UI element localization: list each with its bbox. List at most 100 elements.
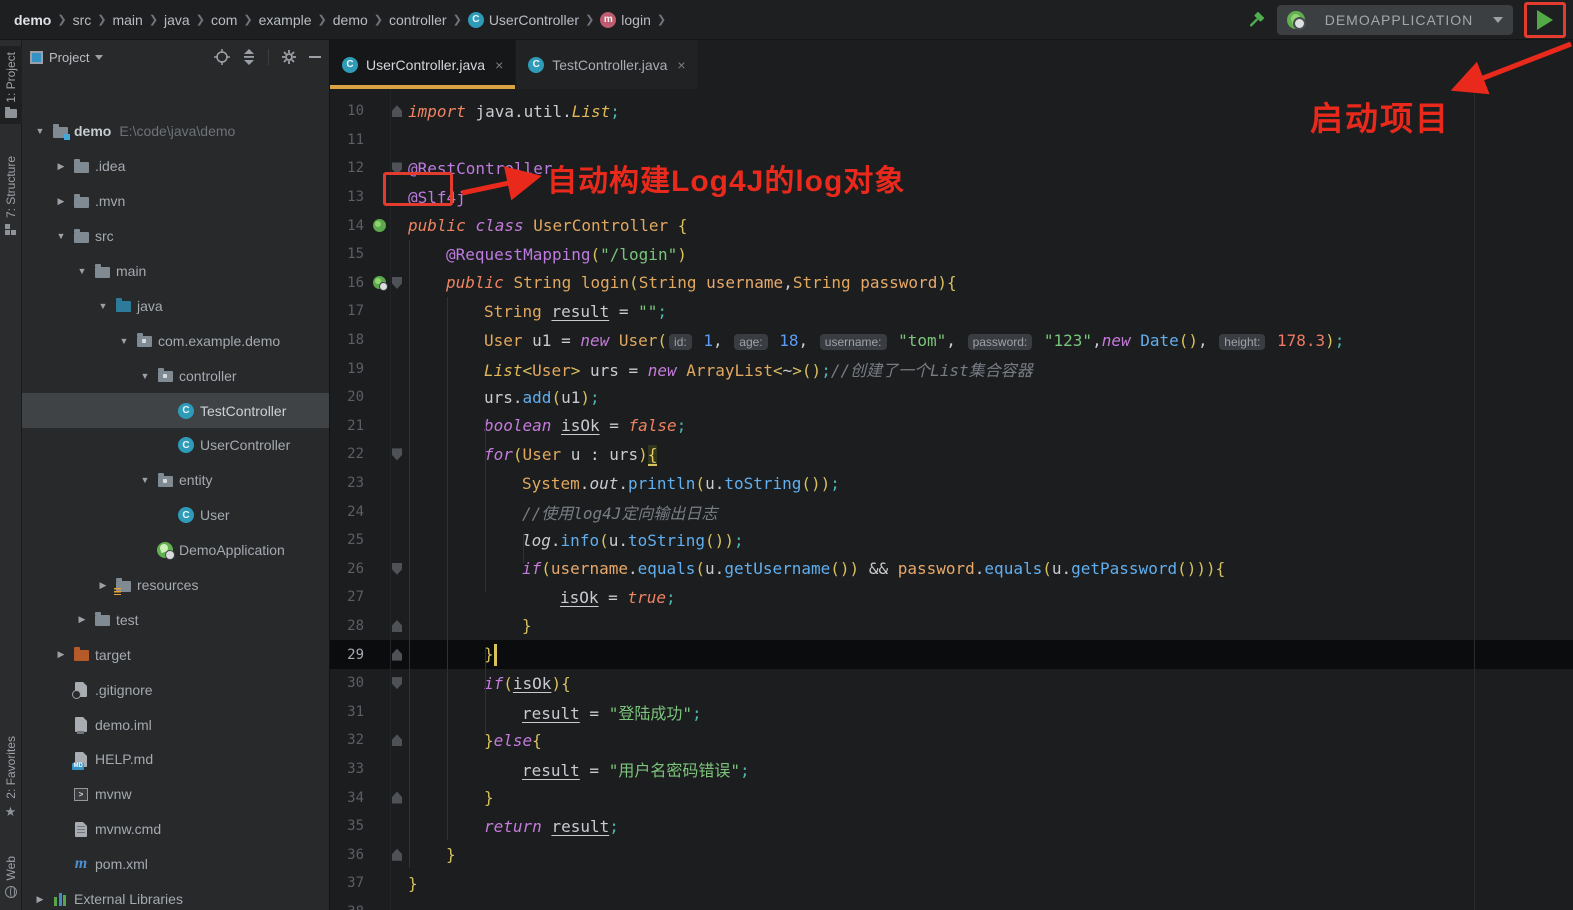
code-line-14[interactable]: 14 public class UserController { <box>330 211 1573 240</box>
stripe-item-structure[interactable]: 7: Structure <box>0 150 22 241</box>
tree-item-resources[interactable]: ▶ resources <box>22 568 329 603</box>
expand-arrow[interactable]: ▼ <box>30 126 50 136</box>
expand-arrow[interactable]: ▼ <box>72 266 92 276</box>
tree-item-main[interactable]: ▼ main <box>22 254 329 289</box>
expand-arrow[interactable]: ▶ <box>72 614 92 625</box>
tree-item-user[interactable]: C User <box>22 498 329 533</box>
tree-item-mvnw[interactable]: > mvnw <box>22 777 329 812</box>
code-line-34[interactable]: 34} <box>330 783 1573 812</box>
code-line-31[interactable]: 31 result = "登陆成功"; <box>330 697 1573 726</box>
breadcrumb-item[interactable]: example <box>259 12 312 28</box>
code-line-27[interactable]: 27 isOk = true; <box>330 583 1573 612</box>
fold-marker-icon[interactable] <box>392 562 402 575</box>
project-panel-title[interactable]: Project <box>49 50 89 65</box>
code-line-16[interactable]: 16 public String login(String username,St… <box>330 269 1573 298</box>
stripe-item-favorites[interactable]: 2: Favorites ★ <box>0 730 22 824</box>
code-line-15[interactable]: 15 @RequestMapping("/login") <box>330 240 1573 269</box>
tree-item-controller[interactable]: ▼ controller <box>22 358 329 393</box>
close-icon[interactable]: × <box>677 57 685 73</box>
tree-item--mvn[interactable]: ▶ .mvn <box>22 184 329 219</box>
code-line-32[interactable]: 32}else{ <box>330 726 1573 755</box>
tree-item-pom-xml[interactable]: m pom.xml <box>22 847 329 882</box>
run-button[interactable] <box>1537 10 1553 30</box>
code-line-29[interactable]: 29} <box>330 640 1573 669</box>
expand-arrow[interactable]: ▼ <box>93 301 113 311</box>
tree-item-testcontroller[interactable]: C TestController <box>22 393 329 429</box>
expand-arrow[interactable]: ▼ <box>51 231 71 241</box>
stripe-item-project[interactable]: 1: Project <box>0 46 22 124</box>
tree-item-help-md[interactable]: HELP.md <box>22 742 329 777</box>
expand-arrow[interactable]: ▶ <box>51 649 71 660</box>
breadcrumb-item[interactable]: com <box>211 12 237 28</box>
code-line-20[interactable]: 20 urs.add(u1); <box>330 383 1573 412</box>
expand-arrow[interactable]: ▼ <box>114 336 134 346</box>
tree-item-demo[interactable]: ▼ demo E:\code\java\demo <box>22 114 329 149</box>
code-line-24[interactable]: 24 //使用log4J定向输出日志 <box>330 497 1573 526</box>
breadcrumb-item[interactable]: C UserController <box>467 11 579 28</box>
code-line-38[interactable]: 38 <box>330 898 1573 910</box>
tree-item--idea[interactable]: ▶ .idea <box>22 149 329 184</box>
code-line-25[interactable]: 25 log.info(u.toString()); <box>330 526 1573 555</box>
breadcrumb-item[interactable]: java <box>164 12 190 28</box>
spring-bean-gutter-icon[interactable] <box>372 219 386 233</box>
tree-item-test[interactable]: ▶ test <box>22 602 329 637</box>
code-line-21[interactable]: 21 boolean isOk = false; <box>330 412 1573 441</box>
tree-item-demoapplication[interactable]: DemoApplication <box>22 533 329 568</box>
expand-arrow[interactable]: ▼ <box>135 475 155 485</box>
fold-marker-icon[interactable] <box>392 648 402 661</box>
fold-marker-icon[interactable] <box>392 848 402 861</box>
stripe-item-web[interactable]: Web <box>0 850 22 904</box>
code-line-35[interactable]: 35 return result; <box>330 812 1573 841</box>
code-line-17[interactable]: 17 String result = ""; <box>330 297 1573 326</box>
code-line-11[interactable]: 11 <box>330 126 1573 155</box>
request-mapping-gutter-icon[interactable] <box>372 276 388 292</box>
fold-marker-icon[interactable] <box>392 448 402 461</box>
fold-marker-icon[interactable] <box>392 105 402 118</box>
expand-arrow[interactable]: ▶ <box>51 196 71 207</box>
expand-arrow[interactable]: ▶ <box>93 580 113 591</box>
expand-arrow[interactable]: ▼ <box>135 371 155 381</box>
build-hammer-icon[interactable] <box>1245 9 1267 31</box>
code-line-13[interactable]: 13 @Slf4j <box>330 183 1573 212</box>
code-line-33[interactable]: 33 result = "用户名密码错误"; <box>330 755 1573 784</box>
code-line-23[interactable]: 23 System.out.println(u.toString()); <box>330 469 1573 498</box>
fold-marker-icon[interactable] <box>392 162 402 175</box>
gear-icon[interactable] <box>281 49 297 65</box>
code-editor[interactable]: 10 import java.util.List; 11 12 @RestControl… <box>330 89 1573 910</box>
breadcrumb-item[interactable]: demo <box>333 12 368 28</box>
code-line-37[interactable]: 37} <box>330 869 1573 898</box>
tree-item-external-libraries[interactable]: ▶ External Libraries <box>22 882 329 910</box>
breadcrumb-item[interactable]: controller <box>389 12 447 28</box>
breadcrumb-item[interactable]: demo <box>14 12 51 28</box>
hide-panel-icon[interactable] <box>309 56 321 58</box>
tree-item-target[interactable]: ▶ target <box>22 637 329 672</box>
fold-marker-icon[interactable] <box>392 791 402 804</box>
expand-arrow[interactable]: ▶ <box>51 161 71 172</box>
code-line-10[interactable]: 10 import java.util.List; <box>330 97 1573 126</box>
breadcrumb-item[interactable]: m login <box>600 11 651 28</box>
breadcrumb-item[interactable]: main <box>112 12 142 28</box>
close-icon[interactable]: × <box>495 57 503 73</box>
code-line-18[interactable]: 18 User u1 = new User(id: 1, age: 18, use… <box>330 326 1573 355</box>
tree-item-src[interactable]: ▼ src <box>22 219 329 254</box>
code-line-36[interactable]: 36} <box>330 840 1573 869</box>
fold-marker-icon[interactable] <box>392 619 402 632</box>
tree-item-com-example-demo[interactable]: ▼ com.example.demo <box>22 323 329 358</box>
tab-testcontroller[interactable]: C TestController.java × <box>516 40 699 89</box>
code-line-22[interactable]: 22 for(User u : urs){ <box>330 440 1573 469</box>
fold-marker-icon[interactable] <box>392 276 402 289</box>
tree-item-mvnw-cmd[interactable]: mvnw.cmd <box>22 812 329 847</box>
fold-marker-icon[interactable] <box>392 677 402 690</box>
chevron-down-icon[interactable] <box>95 54 104 60</box>
code-line-19[interactable]: 19 List<User> urs = new ArrayList<~>();//… <box>330 354 1573 383</box>
code-line-28[interactable]: 28} <box>330 612 1573 641</box>
tree-item-demo-iml[interactable]: demo.iml <box>22 707 329 742</box>
code-line-30[interactable]: 30 if(isOk){ <box>330 669 1573 698</box>
tree-item-entity[interactable]: ▼ entity <box>22 463 329 498</box>
tab-usercontroller[interactable]: C UserController.java × <box>330 40 517 89</box>
expand-arrow[interactable]: ▶ <box>30 894 50 905</box>
code-line-26[interactable]: 26 if(username.equals(u.getUsername()) &&… <box>330 555 1573 584</box>
run-configuration-select[interactable]: DEMOAPPLICATION <box>1277 5 1513 35</box>
locate-file-icon[interactable] <box>214 49 230 65</box>
tree-item-usercontroller[interactable]: C UserController <box>22 428 329 463</box>
